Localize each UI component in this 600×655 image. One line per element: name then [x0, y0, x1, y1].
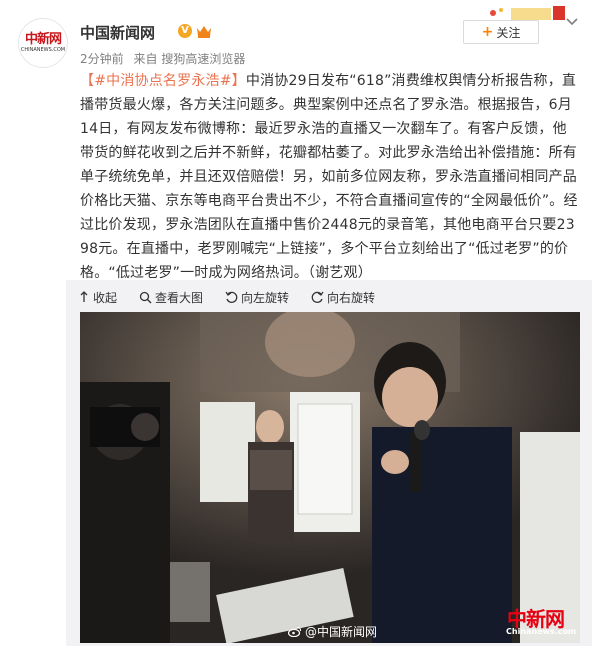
source-prefix: 来自: [133, 52, 158, 66]
rotate-left-button[interactable]: 向左旋转: [225, 289, 289, 306]
rotate-right-icon: [311, 291, 324, 303]
post-photo[interactable]: [80, 312, 580, 643]
follow-label: 关注: [496, 25, 521, 40]
rotate-left-icon: [225, 291, 238, 303]
weibo-post-card: 中新网 CHINANEWS.COM 中国新闻网 V 2分钟前 来自 搜狗高速浏览…: [0, 0, 600, 655]
weibo-watermark: @中国新闻网: [288, 623, 377, 640]
photo-watermark-domain: Chinanews.com: [506, 627, 577, 636]
vip-crown-icon[interactable]: [196, 24, 212, 38]
post-source[interactable]: 搜狗高速浏览器: [161, 52, 245, 66]
media-toolbar: 收起 查看大图 向左旋转 向右旋转: [78, 288, 397, 306]
avatar-logo-text: 中新网: [24, 31, 62, 47]
topic-link[interactable]: 【#中消协点名罗永浩#】: [80, 73, 246, 89]
post-body: 中消协29日发布“618”消费维权舆情分析报告称，直播带货最火爆，各方关注问题多…: [80, 73, 578, 281]
rotate-left-label: 向左旋转: [241, 290, 290, 305]
post-meta: 2分钟前 来自 搜狗高速浏览器: [80, 50, 245, 67]
collapse-button[interactable]: 收起: [78, 289, 117, 306]
weibo-logo-icon: [288, 626, 302, 637]
verified-v-icon: V: [178, 24, 192, 38]
follow-button[interactable]: + 关注: [463, 20, 539, 44]
chevron-down-icon[interactable]: [565, 17, 579, 27]
post-text: 【#中消协点名罗永浩#】中消协29日发布“618”消费维权舆情分析报告称，直播带…: [80, 69, 580, 285]
photo-scene: [80, 312, 580, 643]
view-large-button[interactable]: 查看大图: [139, 289, 203, 306]
avatar-logo-subtext: CHINANEWS.COM: [20, 46, 66, 53]
view-large-label: 查看大图: [155, 290, 204, 305]
rotate-right-button[interactable]: 向右旋转: [311, 289, 375, 306]
zoom-icon: [139, 291, 152, 303]
avatar[interactable]: 中新网 CHINANEWS.COM: [18, 18, 68, 68]
user-name[interactable]: 中国新闻网: [80, 22, 155, 43]
weibo-watermark-text: @中国新闻网: [305, 625, 378, 639]
plus-icon: +: [481, 24, 494, 40]
post-time[interactable]: 2分钟前: [80, 52, 124, 66]
rotate-right-label: 向右旋转: [327, 290, 376, 305]
collapse-label: 收起: [93, 290, 118, 305]
collapse-icon: [80, 291, 88, 302]
